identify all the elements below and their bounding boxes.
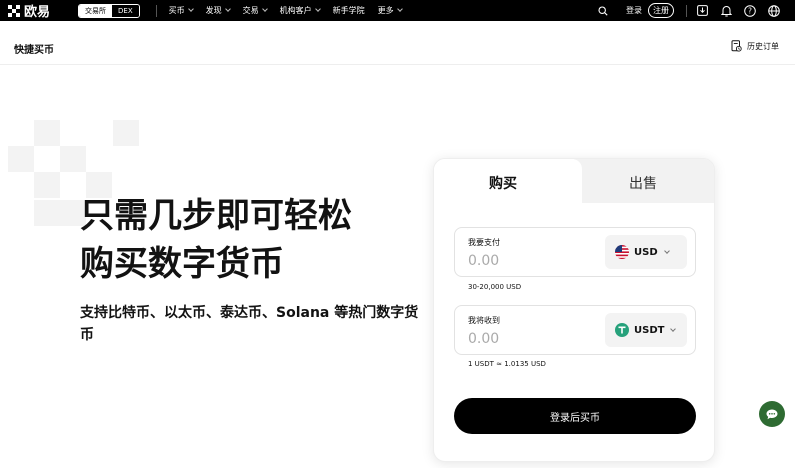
bell-icon[interactable] — [719, 4, 733, 18]
chevron-down-icon — [224, 6, 231, 12]
menu-label: 发现 — [205, 6, 222, 15]
hero-subtitle: 支持比特币、以太币、泰达币、Solana 等热门数字货币 — [80, 305, 419, 343]
help-icon[interactable]: ? — [743, 4, 757, 18]
receive-label: 我将收到 — [468, 316, 500, 325]
menu-more[interactable]: 更多 — [377, 5, 403, 16]
menu-label: 交易 — [242, 6, 259, 15]
exchange-rate: 1 USDT ≈ 1.0135 USD — [468, 360, 546, 368]
dex-tab[interactable]: DEX — [112, 4, 139, 17]
pay-currency-code: USD — [634, 246, 658, 258]
chevron-down-icon — [396, 6, 403, 12]
chevron-down-icon — [187, 6, 194, 12]
receive-currency-code: USDT — [634, 324, 665, 336]
us-flag-icon — [615, 245, 629, 259]
pay-amount-input[interactable]: 0.00 — [468, 253, 588, 269]
order-history-link[interactable]: 历史订单 — [731, 40, 779, 52]
brand-logo[interactable]: 欧易 — [8, 1, 70, 20]
page-header: 快捷买币 历史订单 — [0, 21, 795, 65]
order-history-label: 历史订单 — [747, 41, 779, 51]
svg-text:?: ? — [748, 6, 752, 15]
chat-bubble-icon — [766, 409, 778, 419]
menu-discover[interactable]: 发现 — [205, 5, 231, 16]
main-menu: 买币 发现 交易 机构客户 新手学院 更多 — [169, 5, 415, 16]
tab-buy[interactable]: 购买 — [489, 173, 517, 193]
history-icon — [731, 40, 742, 52]
tether-icon — [615, 323, 629, 337]
hero-headline-line1: 只需几步即可轻松 — [80, 196, 352, 236]
top-nav: 欧易 交易所 DEX 买币 发现 交易 机构客户 新手学院 更多 登录 注册 ? — [0, 0, 795, 21]
exchange-tab[interactable]: 交易所 — [79, 4, 112, 17]
platform-switch: 交易所 DEX — [78, 3, 140, 18]
menu-label: 更多 — [377, 6, 394, 15]
menu-buy-crypto[interactable]: 买币 — [168, 5, 194, 16]
menu-trade[interactable]: 交易 — [242, 5, 268, 16]
pay-currency-select[interactable]: USD — [605, 235, 687, 269]
chat-support-button[interactable] — [759, 401, 785, 427]
quick-buy-card: 购买 出售 我要支付 0.00 USD 30-20,000 USD 我将收到 0… — [433, 158, 715, 462]
hero-headline: 只需几步即可轻松 购买数字货币 — [80, 192, 420, 288]
page-title: 快捷买币 — [14, 45, 54, 56]
logo-mark-icon — [8, 4, 20, 17]
chevron-down-icon — [663, 247, 670, 254]
hero-headline-line2: 购买数字货币 — [80, 244, 284, 284]
receive-amount-field: 我将收到 0.00 USDT — [454, 305, 696, 355]
register-button[interactable]: 注册 — [648, 3, 674, 18]
brand-name: 欧易 — [24, 5, 51, 20]
buy-sell-tabs: 购买 出售 — [434, 159, 714, 203]
download-icon[interactable] — [695, 4, 709, 18]
login-link[interactable]: 登录 — [626, 5, 642, 16]
chevron-down-icon — [314, 6, 321, 12]
nav-right: 登录 注册 ? — [596, 0, 795, 21]
menu-label: 买币 — [168, 6, 185, 15]
menu-learn[interactable]: 新手学院 — [333, 5, 365, 16]
chevron-down-icon — [261, 6, 268, 12]
pay-label: 我要支付 — [468, 238, 500, 247]
receive-amount-input[interactable]: 0.00 — [468, 331, 588, 347]
nav-divider — [155, 4, 157, 17]
search-icon[interactable] — [596, 4, 610, 18]
receive-currency-select[interactable]: USDT — [605, 313, 687, 347]
menu-label: 新手学院 — [332, 6, 365, 15]
login-to-buy-button[interactable]: 登录后买币 — [454, 398, 696, 434]
tab-sell[interactable]: 出售 — [629, 173, 657, 193]
globe-icon[interactable] — [767, 4, 781, 18]
nav-divider — [686, 4, 687, 17]
pay-range-hint: 30-20,000 USD — [468, 283, 522, 291]
chevron-down-icon — [670, 325, 677, 332]
menu-label: 机构客户 — [279, 6, 312, 15]
menu-institutional[interactable]: 机构客户 — [279, 5, 321, 16]
pay-amount-field: 我要支付 0.00 USD — [454, 227, 696, 277]
